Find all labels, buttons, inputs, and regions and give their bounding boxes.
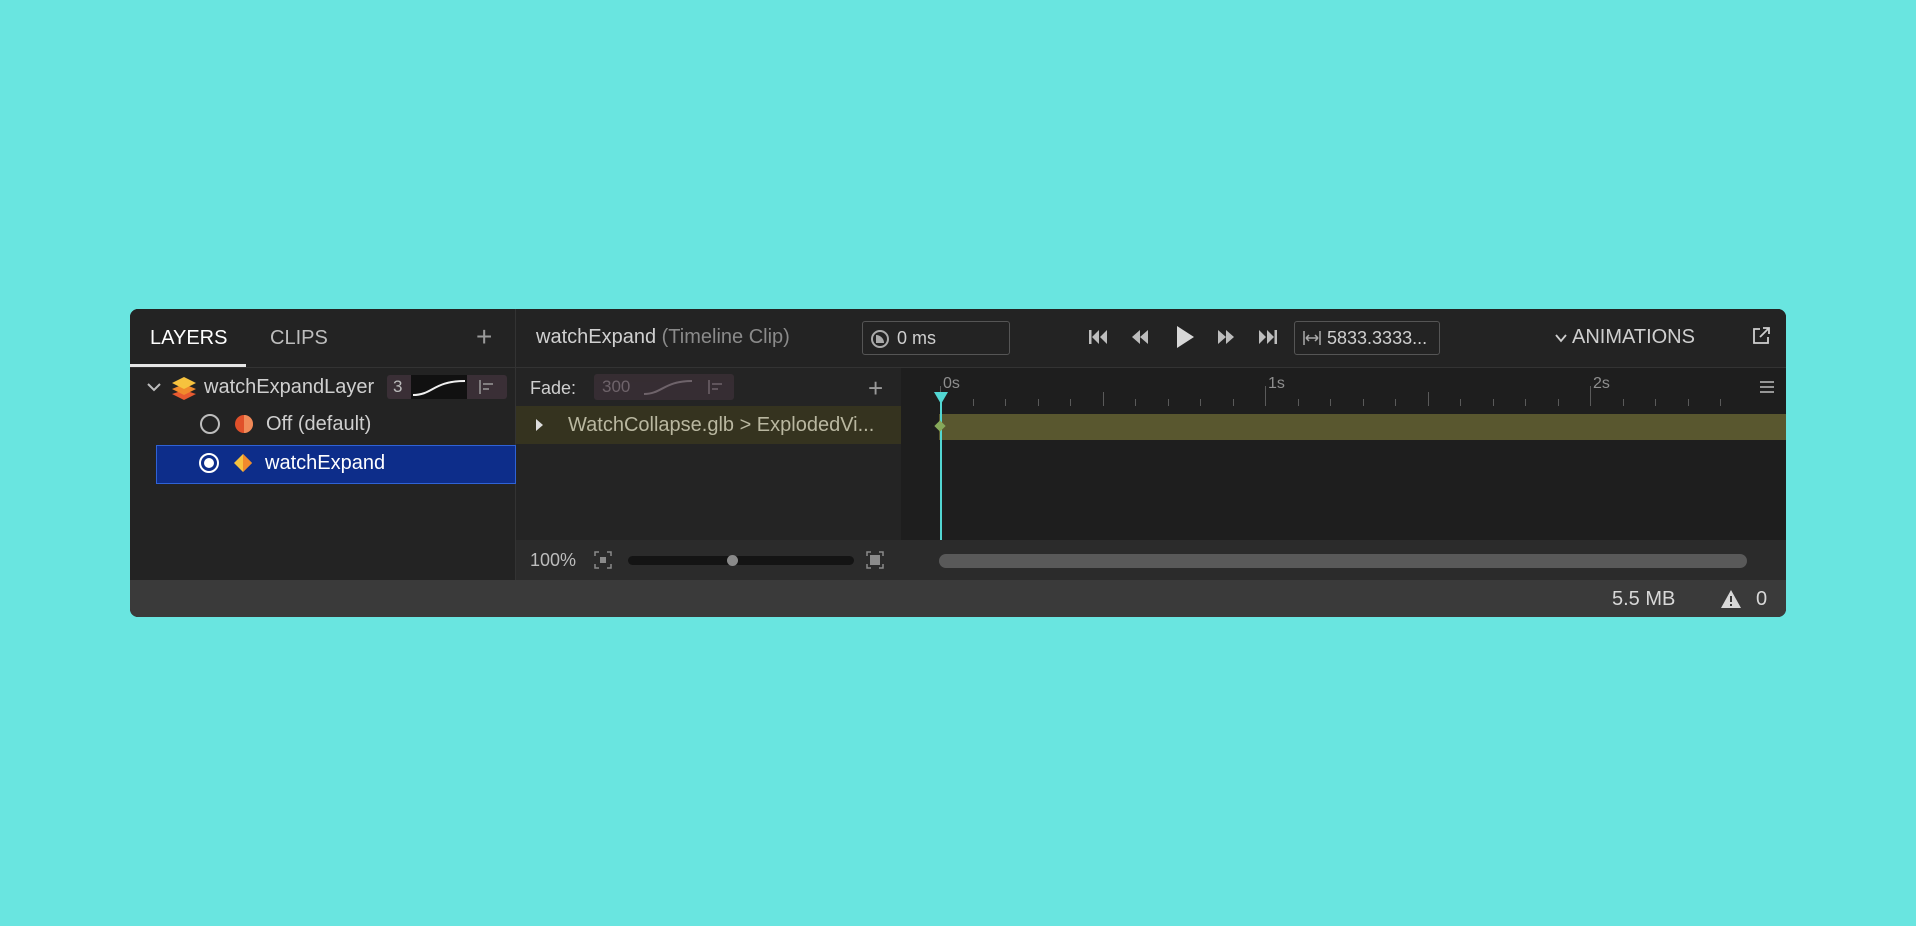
blend-curve-icon[interactable] — [411, 375, 467, 399]
ruler-tick — [1265, 386, 1266, 406]
popout-icon[interactable] — [1751, 326, 1771, 346]
track-row[interactable]: WatchCollapse.glb > ExplodedVi... — [516, 406, 901, 444]
length-icon — [1303, 331, 1321, 345]
tab-layers[interactable]: LAYERS — [150, 309, 227, 367]
ruler-tick — [1395, 399, 1396, 406]
clock-icon — [871, 330, 889, 348]
clip-bar[interactable] — [939, 414, 1786, 440]
current-time-field[interactable]: 0 ms — [862, 321, 1010, 355]
ruler-tick — [1037, 399, 1039, 406]
ruler-tick — [1135, 399, 1136, 406]
layers-stack-icon — [172, 377, 196, 400]
zoom-slider[interactable] — [628, 555, 854, 566]
clip-length-field[interactable]: 5833.3333... — [1294, 321, 1440, 355]
ruler-tick — [1200, 399, 1201, 406]
ruler-tick — [1720, 399, 1721, 406]
clip-radio-off[interactable] — [200, 414, 220, 434]
layer-weight-value: 3 — [393, 377, 403, 396]
clip-row-selected[interactable]: watchExpand — [156, 445, 516, 484]
ruler-tick — [1492, 399, 1494, 406]
zoom-percent: 100% — [530, 550, 577, 570]
warning-count: 0 — [1756, 588, 1768, 610]
ruler-tick — [1525, 399, 1526, 406]
align-left-icon[interactable] — [708, 380, 724, 394]
active-tab-indicator — [130, 364, 246, 367]
diamond-icon — [234, 454, 252, 472]
clip-length-value: 5833.3333... — [1327, 328, 1428, 348]
add-track-button[interactable]: + — [868, 374, 883, 402]
chevron-down-icon[interactable] — [144, 377, 164, 397]
animations-dropdown[interactable]: ANIMATIONS — [1554, 326, 1695, 349]
skip-to-end-icon[interactable] — [1256, 325, 1280, 349]
expand-arrow-icon[interactable] — [536, 419, 543, 431]
ruler-tick — [1622, 399, 1624, 406]
playhead-handle[interactable] — [934, 392, 948, 404]
zoom-in-icon[interactable] — [866, 551, 884, 569]
ruler-tick — [1687, 399, 1689, 406]
ruler-label: 0s — [943, 375, 960, 392]
ruler-tick — [1297, 399, 1299, 406]
ruler-tick — [1460, 399, 1461, 406]
tab-clips[interactable]: CLIPS — [270, 309, 328, 367]
menu-icon[interactable] — [1759, 380, 1775, 394]
ruler-tick — [1362, 399, 1364, 406]
ruler-tick — [1557, 399, 1559, 406]
half-circle-icon — [235, 415, 253, 433]
clip-radio-selected[interactable] — [199, 453, 219, 473]
play-icon[interactable] — [1170, 323, 1198, 351]
fade-value: 300 — [602, 377, 631, 396]
layers-sidebar: LAYERS CLIPS + watchExpandLayer 3 Off (d… — [130, 309, 516, 580]
ruler-tick — [1330, 399, 1331, 406]
track-name: WatchCollapse.glb > ExplodedVi... — [568, 414, 875, 436]
clip-title-type: (Timeline Clip) — [661, 326, 790, 348]
ruler-tick — [1427, 392, 1429, 406]
warning-icon[interactable] — [1720, 589, 1742, 609]
layer-weight-control[interactable]: 3 — [387, 375, 507, 399]
fade-control[interactable]: 300 — [594, 374, 734, 400]
rewind-icon[interactable] — [1128, 325, 1152, 349]
clip-name-selected: watchExpand — [265, 452, 386, 474]
add-layer-button[interactable]: + — [476, 323, 492, 351]
ruler-tick — [1005, 399, 1006, 406]
ruler-label: 1s — [1268, 375, 1285, 392]
chevron-down-icon — [1555, 334, 1567, 343]
zoom-bar: 100% — [516, 540, 1786, 580]
align-left-icon[interactable] — [479, 380, 495, 394]
track-header: Fade: 300 + WatchCollapse.glb > Exploded… — [516, 368, 902, 540]
ruler-tick — [1167, 399, 1169, 406]
clip-row-off[interactable]: Off (default) — [130, 406, 515, 443]
fade-curve-icon[interactable] — [642, 376, 694, 398]
zoom-out-icon[interactable] — [594, 551, 612, 569]
ruler-tick — [972, 399, 974, 406]
status-bar: 5.5 MB 0 — [130, 580, 1786, 617]
timeline-area[interactable]: 0s 1s 2s — [901, 368, 1786, 540]
horizontal-scrollbar[interactable] — [939, 554, 1747, 568]
animations-label: ANIMATIONS — [1572, 326, 1695, 348]
animation-panel: LAYERS CLIPS + watchExpandLayer 3 Off (d… — [130, 309, 1786, 617]
fast-forward-icon[interactable] — [1214, 325, 1238, 349]
ruler-tick — [1590, 386, 1591, 406]
sidebar-tabs: LAYERS CLIPS + — [130, 309, 515, 368]
time-ruler[interactable]: 0s 1s 2s — [901, 368, 1786, 406]
zoom-slider-thumb[interactable] — [726, 555, 738, 566]
clip-title: watchExpand (Timeline Clip) — [536, 326, 790, 349]
timeline-toolbar: watchExpand (Timeline Clip) 0 ms 5833.33… — [516, 309, 1786, 368]
skip-to-start-icon[interactable] — [1086, 325, 1110, 349]
layer-name: watchExpandLayer — [204, 376, 375, 398]
ruler-tick — [1232, 399, 1234, 406]
clip-name-off: Off (default) — [266, 413, 372, 435]
ruler-label: 2s — [1593, 375, 1610, 392]
memory-usage: 5.5 MB — [1612, 588, 1676, 610]
ruler-tick — [1070, 399, 1071, 406]
layer-row[interactable]: watchExpandLayer 3 — [130, 369, 515, 406]
ruler-tick — [1655, 399, 1656, 406]
current-time-value: 0 ms — [897, 328, 937, 348]
ruler-tick — [1102, 392, 1104, 406]
fade-label: Fade: — [530, 378, 577, 398]
clip-title-name: watchExpand — [536, 326, 657, 348]
